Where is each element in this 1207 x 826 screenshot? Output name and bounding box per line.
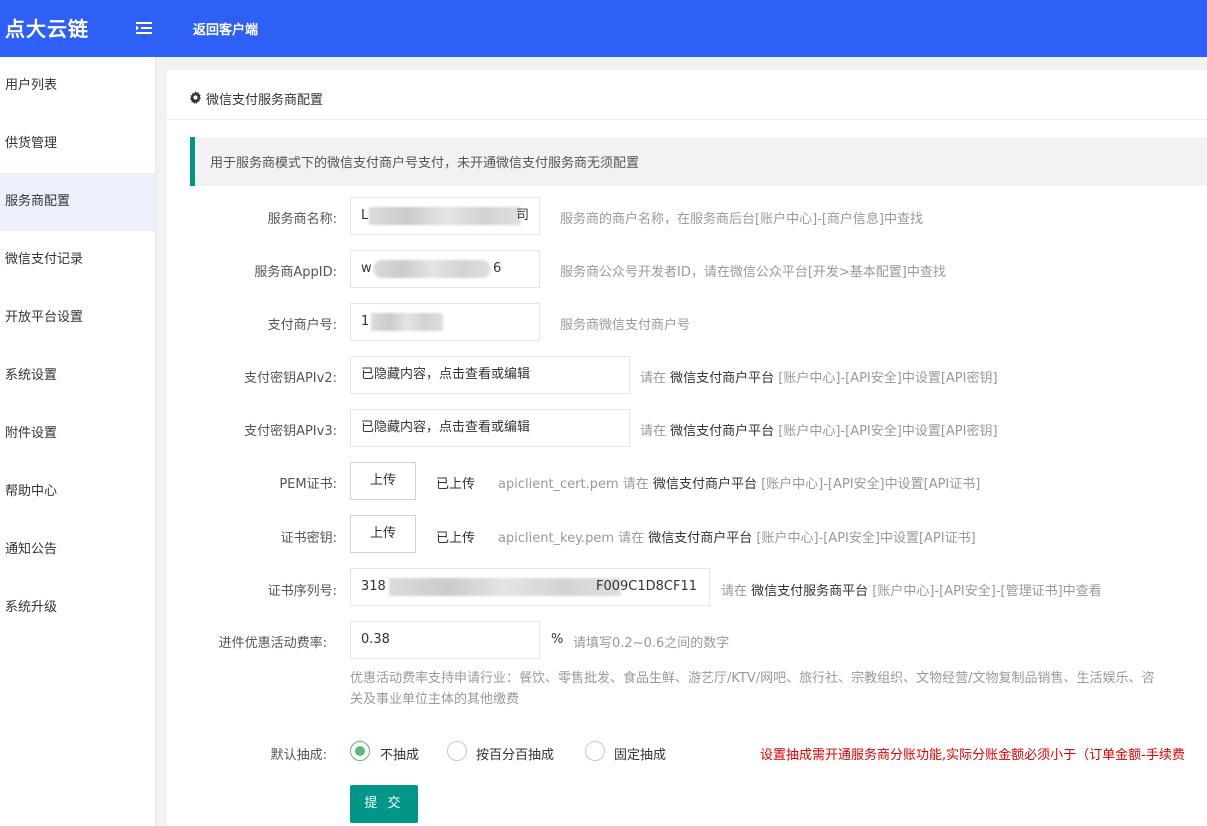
apiv3-hint: 请在 微信支付商户平台 [账户中心]-[API安全]中设置[API密钥] [640,424,998,439]
provider-name-label: 服务商名称: [267,212,337,227]
redacted-blur [369,207,521,225]
cert-key-status: 已上传 [436,531,476,546]
pem-upload-button[interactable]: 上传 [350,462,416,500]
sidebar-item-open-platform[interactable]: 开放平台设置 [0,289,155,347]
rate-hint: 请填写0.2~0.6之间的数字 [573,636,730,651]
provider-name-hint: 服务商的商户名称，在服务商后台[账户中心]-[商户信息]中查找 [560,212,923,227]
appid-hint: 服务商公众号开发者ID，请在微信公众平台[开发>基本配置]中查找 [560,265,946,280]
pem-status: 已上传 [436,477,476,492]
info-notice: 用于服务商模式下的微信支付商户号支付，未开通微信支付服务商无须配置 [190,137,1207,186]
provider-name-input[interactable]: L 司 [350,197,540,235]
cert-serial-input[interactable]: 318 F009C1D8CF11 [350,568,710,606]
apiv2-input[interactable]: 已隐藏内容，点击查看或编辑 [350,356,630,394]
apiv2-hint: 请在 微信支付商户平台 [账户中心]-[API安全]中设置[API密钥] [640,371,998,386]
main-card: 微信支付服务商配置 用于服务商模式下的微信支付商户号支付，未开通微信支付服务商无… [167,70,1207,826]
cert-key-label: 证书密钥: [280,531,337,546]
appid-input[interactable]: w 6 [350,250,540,288]
rate-unit: % [551,632,564,647]
card-header: 微信支付服务商配置 [167,70,1207,120]
radio-no-commission-label[interactable]: 不抽成 [380,744,419,763]
sidebar: 用户列表 供货管理 服务商配置 微信支付记录 开放平台设置 系统设置 附件设置 … [0,57,156,826]
cert-key-upload-button[interactable]: 上传 [350,515,416,553]
commission-label: 默认抽成: [270,748,327,763]
pem-hint: apiclient_cert.pem 请在 微信支付商户平台 [账户中心]-[A… [498,477,981,492]
apiv3-label: 支付密钥APIv3: [244,424,337,439]
radio-fixed-commission[interactable] [585,741,605,761]
sidebar-item-supply[interactable]: 供货管理 [0,115,155,173]
sidebar-item-help-center[interactable]: 帮助中心 [0,463,155,521]
submit-button[interactable]: 提 交 [350,785,418,823]
notice-text: 用于服务商模式下的微信支付商户号支付，未开通微信支付服务商无须配置 [210,156,640,171]
radio-fixed-commission-label[interactable]: 固定抽成 [614,744,666,763]
merchant-id-input[interactable]: 1 [350,303,540,341]
cert-serial-label: 证书序列号: [267,584,337,599]
back-to-client-link[interactable]: 返回客户端 [193,19,258,38]
merchant-id-hint: 服务商微信支付商户号 [560,318,691,333]
sidebar-item-notices[interactable]: 通知公告 [0,521,155,579]
sidebar-item-wechat-pay-records[interactable]: 微信支付记录 [0,231,155,289]
sidebar-item-system-upgrade[interactable]: 系统升级 [0,579,155,637]
cert-serial-hint: 请在 微信支付服务商平台 [账户中心]-[API安全]-[管理证书]中查看 [721,584,1102,599]
radio-percent-commission-label[interactable]: 按百分百抽成 [476,744,554,763]
menu-toggle-icon[interactable] [136,20,154,36]
sidebar-item-provider-config[interactable]: 服务商配置 [0,173,155,231]
commission-warning: 设置抽成需开通服务商分账功能,实际分账金额必须小于（订单金额-手续费 [760,748,1185,763]
pem-label: PEM证书: [279,477,337,492]
apiv2-label: 支付密钥APIv2: [244,371,337,386]
sidebar-item-system-settings[interactable]: 系统设置 [0,347,155,405]
redacted-blur [371,313,443,331]
redacted-blur [373,260,491,278]
merchant-id-label: 支付商户号: [267,318,337,333]
rate-input[interactable]: 0.38 [350,621,540,659]
apiv3-input[interactable]: 已隐藏内容，点击查看或编辑 [350,409,630,447]
rate-note: 优惠活动费率支持申请行业：餐饮、零售批发、食品生鲜、游艺厅/KTV/网吧、旅行社… [350,671,1155,707]
cert-key-hint: apiclient_key.pem 请在 微信支付商户平台 [账户中心]-[AP… [498,531,976,546]
rate-label: 进件优惠活动费率: [218,636,327,651]
gear-icon [189,91,202,104]
app-logo: 点大云链 [5,17,89,41]
sidebar-item-attachment-settings[interactable]: 附件设置 [0,405,155,463]
top-bar: 点大云链 返回客户端 [0,0,1207,57]
appid-label: 服务商AppID: [254,265,337,280]
page-title: 微信支付服务商配置 [206,93,324,108]
sidebar-item-users[interactable]: 用户列表 [0,57,155,115]
radio-percent-commission[interactable] [447,741,467,761]
radio-no-commission[interactable] [350,741,370,761]
redacted-blur [389,578,621,596]
